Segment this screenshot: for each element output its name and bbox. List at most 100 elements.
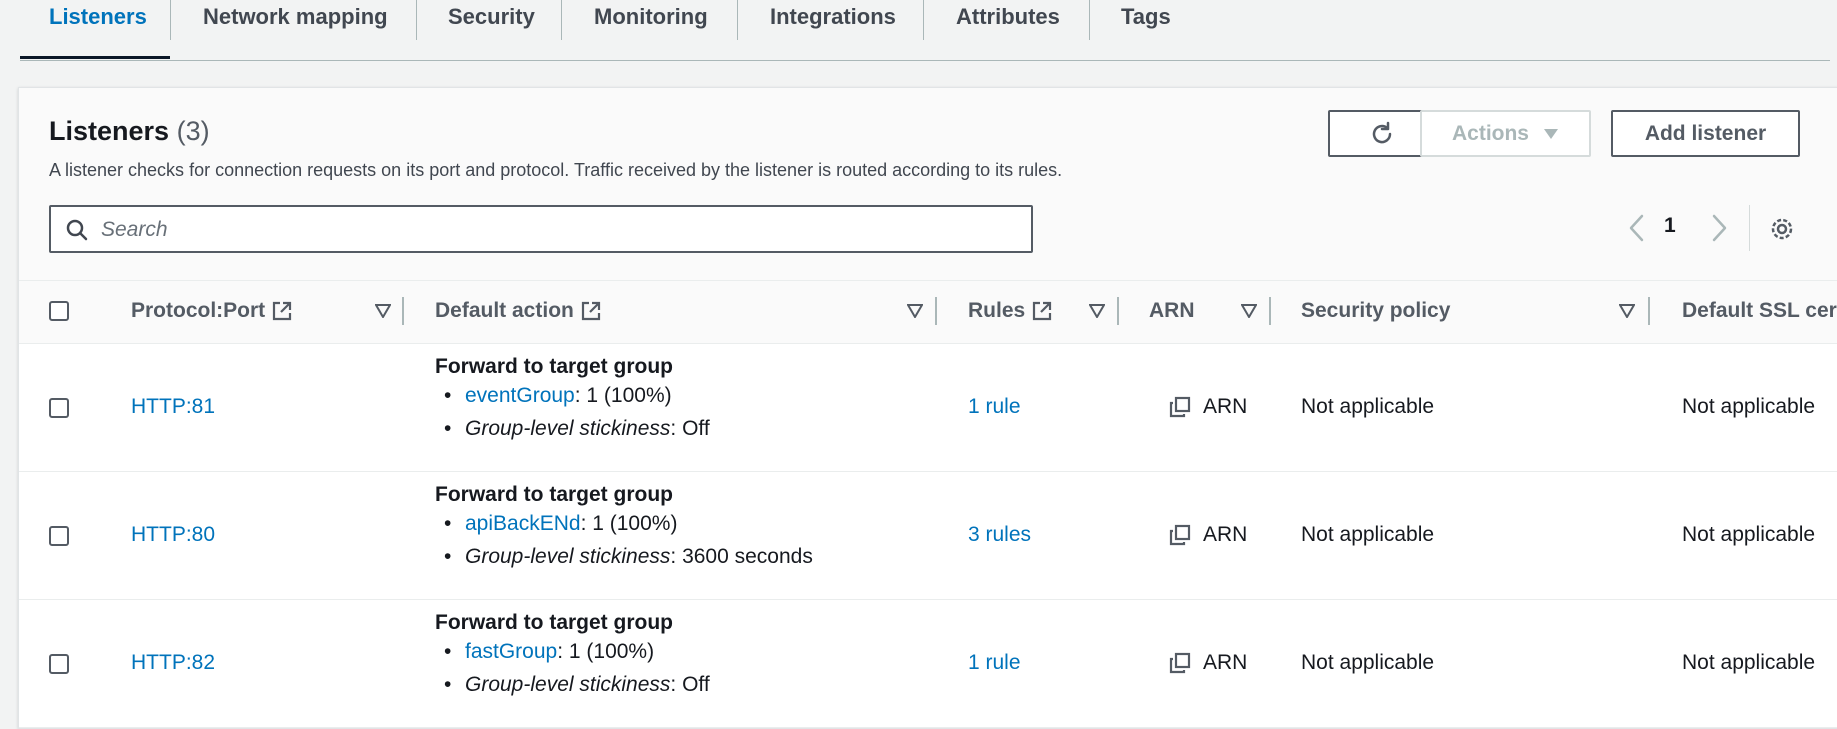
default-action-cell: Forward to target group fastGroup: 1 (10… [435,611,710,701]
list-item: Group-level stickiness: 3600 seconds [435,540,813,573]
listener-protocol-link[interactable]: HTTP:80 [131,523,215,547]
refresh-icon [1372,121,1392,143]
active-tab-indicator [20,56,170,59]
tab-security[interactable]: Security [448,0,535,58]
tab-divider [170,0,171,40]
arn-label: ARN [1203,523,1248,546]
chevron-left-icon[interactable] [1627,212,1647,244]
gear-icon[interactable] [1768,215,1796,243]
target-group-link[interactable]: fastGroup [465,640,557,663]
table-row: HTTP:81 Forward to target group eventGro… [19,343,1837,472]
rules-link[interactable]: 1 rule [968,651,1021,675]
search-input[interactable]: Search [101,218,168,242]
column-header-protocol-label: Protocol:Port [131,299,266,322]
column-header-default-action-label: Default action [435,299,574,322]
stickiness-value: : Off [670,417,710,440]
tab-attributes[interactable]: Attributes [956,0,1060,58]
row-checkbox[interactable] [49,526,69,546]
action-details: fastGroup: 1 (100%) Group-level stickine… [435,635,710,701]
target-group-link[interactable]: apiBackENd [465,512,581,535]
copy-icon[interactable] [1169,652,1191,674]
panel-title: Listeners (3) [49,116,210,147]
list-item: fastGroup: 1 (100%) [435,635,710,668]
external-link-icon [273,301,292,321]
arn-label: ARN [1203,395,1248,418]
column-header-protocol[interactable]: Protocol:Port [131,299,293,323]
target-weight: : 1 (100%) [557,640,655,663]
list-item: Group-level stickiness: Off [435,412,710,445]
list-item: apiBackENd: 1 (100%) [435,507,813,540]
copy-icon[interactable] [1169,524,1191,546]
search-icon [66,219,88,241]
arn-copy[interactable]: ARN [1169,651,1247,675]
arn-label: ARN [1203,651,1248,674]
column-header-security-policy[interactable]: Security policy [1301,299,1450,323]
stickiness-value: : Off [670,673,710,696]
default-ssl-value: Not applicable [1682,395,1816,418]
action-title: Forward to target group [435,611,673,634]
tab-listeners[interactable]: Listeners [49,0,147,58]
arn-copy[interactable]: ARN [1169,523,1247,547]
column-header-default-ssl[interactable]: Default SSL cer [1682,299,1837,323]
security-policy-value: Not applicable [1301,395,1435,418]
add-listener-button[interactable]: Add listener [1611,110,1800,157]
tab-divider [1089,0,1090,40]
listener-count: (3) [176,116,210,146]
listener-protocol-link[interactable]: HTTP:81 [131,395,215,419]
column-resizer[interactable] [402,297,404,325]
column-header-rules-label: Rules [968,299,1026,322]
tab-divider [416,0,417,40]
security-policy-value: Not applicable [1301,651,1435,674]
table-row: HTTP:82 Forward to target group fastGrou… [19,599,1837,728]
sort-icon[interactable] [1089,304,1105,318]
row-checkbox[interactable] [49,654,69,674]
copy-icon[interactable] [1169,396,1191,418]
column-header-arn[interactable]: ARN [1149,299,1195,323]
sort-icon[interactable] [375,304,391,318]
column-header-rules[interactable]: Rules [968,299,1053,323]
current-page[interactable]: 1 [1664,214,1676,238]
panel-title-text: Listeners [49,116,170,146]
tab-network-mapping[interactable]: Network mapping [203,0,388,58]
sort-icon[interactable] [907,304,923,318]
column-resizer[interactable] [1648,297,1650,325]
tab-monitoring[interactable]: Monitoring [594,0,708,58]
rules-link[interactable]: 1 rule [968,395,1021,419]
external-link-icon [1033,301,1052,321]
action-details: eventGroup: 1 (100%) Group-level stickin… [435,379,710,445]
panel-description: A listener checks for connection request… [49,160,1063,180]
column-resizer[interactable] [935,297,937,325]
row-checkbox[interactable] [49,398,69,418]
sort-icon[interactable] [1619,304,1635,318]
default-action-cell: Forward to target group eventGroup: 1 (1… [435,355,710,445]
target-weight: : 1 (100%) [574,384,672,407]
column-resizer[interactable] [1269,297,1271,325]
rules-link[interactable]: 3 rules [968,523,1031,547]
chevron-right-icon[interactable] [1709,212,1729,244]
external-link-icon [581,301,600,321]
default-ssl-value: Not applicable [1682,523,1816,546]
listener-protocol-link[interactable]: HTTP:82 [131,651,215,675]
stickiness-value: : 3600 seconds [670,545,813,568]
column-header-default-action[interactable]: Default action [435,299,602,323]
security-policy-value: Not applicable [1301,523,1435,546]
column-resizer[interactable] [1117,297,1119,325]
tab-bar: Listeners Network mapping Security Monit… [20,0,1830,61]
tab-tags[interactable]: Tags [1121,0,1171,58]
action-details: apiBackENd: 1 (100%) Group-level stickin… [435,507,813,573]
select-all-checkbox[interactable] [49,301,69,321]
tab-divider [923,0,924,40]
stickiness-label: Group-level stickiness [465,545,671,568]
tab-integrations[interactable]: Integrations [770,0,896,58]
search-box[interactable]: Search [49,205,1033,253]
arn-copy[interactable]: ARN [1169,395,1247,419]
actions-label: Actions [1451,121,1529,145]
table-header: Protocol:Port Default action Rules ARN S… [19,280,1837,344]
sort-icon[interactable] [1241,304,1257,318]
default-action-cell: Forward to target group apiBackENd: 1 (1… [435,483,813,573]
actions-dropdown[interactable]: Actions [1420,110,1591,157]
table-row: HTTP:80 Forward to target group apiBackE… [19,471,1837,600]
stickiness-label: Group-level stickiness [465,673,671,696]
listeners-panel: Listeners (3) A listener checks for conn… [18,87,1837,729]
target-group-link[interactable]: eventGroup [465,384,575,407]
